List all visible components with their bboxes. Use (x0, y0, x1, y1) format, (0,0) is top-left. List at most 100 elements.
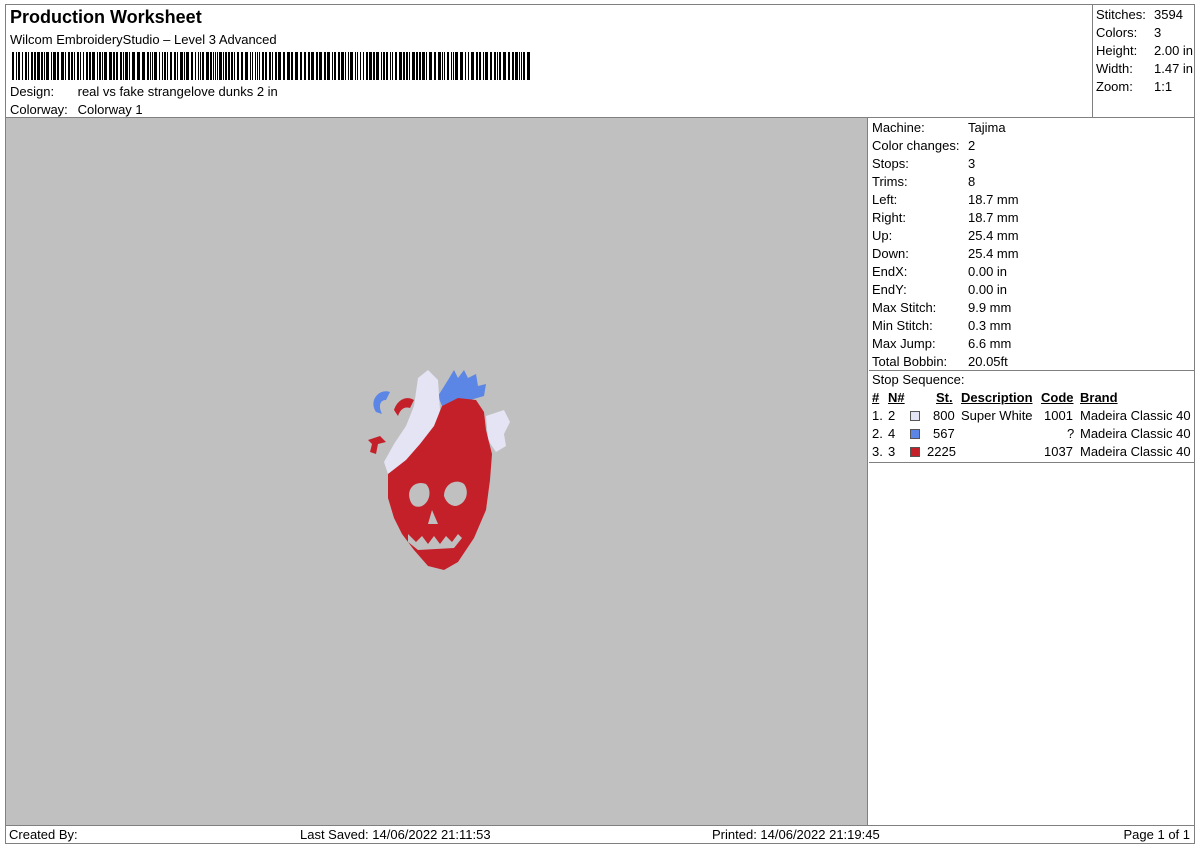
software-name: Wilcom EmbroideryStudio – Level 3 Advanc… (10, 32, 277, 47)
stop-sequence-title: Stop Sequence: (872, 372, 965, 387)
info-label: EndY: (872, 282, 907, 297)
printed-date: Printed: 14/06/2022 21:19:45 (712, 827, 880, 842)
divider (869, 462, 1194, 463)
info-value: 18.7 mm (968, 192, 1019, 207)
info-label: Color changes: (872, 138, 960, 153)
row-code: ? (1067, 426, 1075, 441)
worksheet: Production Worksheet Wilcom EmbroiderySt… (5, 4, 1195, 844)
page-title: Production Worksheet (10, 7, 202, 27)
summary-label: Colors: (1096, 25, 1138, 40)
info-label: EndX: (872, 264, 908, 279)
info-value: 8 (968, 174, 976, 189)
info-label: Right: (872, 210, 906, 225)
info-row: Max Stitch: 9.9 mm (872, 300, 1011, 318)
summary-row: Colors: 3 (1096, 25, 1161, 40)
info-label: Machine: (872, 120, 925, 135)
embroidery-design-image (368, 370, 510, 570)
color-swatch (910, 447, 920, 457)
info-label: Max Jump: (872, 336, 936, 351)
info-label: Max Stitch: (872, 300, 937, 315)
row-brand: Madeira Classic 40 (1080, 444, 1191, 459)
info-label: Trims: (872, 174, 908, 189)
summary-row: Width: 1.47 in (1096, 61, 1193, 76)
colorway-row: Colorway: Colorway 1 (10, 102, 143, 117)
info-label: Left: (872, 192, 898, 207)
col-header-code: Code (1041, 390, 1074, 405)
summary-label: Stitches: (1096, 7, 1146, 22)
col-header-needle: N# (888, 390, 905, 405)
info-row: Right: 18.7 mm (872, 210, 1019, 228)
info-label: Down: (872, 246, 909, 261)
info-row: Down: 25.4 mm (872, 246, 1019, 264)
row-stitches: 2225 (927, 444, 956, 459)
row-stitches: 567 (933, 426, 955, 441)
design-value: real vs fake strangelove dunks 2 in (77, 84, 278, 99)
info-value: 2 (968, 138, 976, 153)
info-row: Stops: 3 (872, 156, 975, 174)
info-row: EndY: 0.00 in (872, 282, 1007, 300)
summary-value: 2.00 in (1154, 43, 1194, 58)
col-header-brand: Brand (1080, 390, 1118, 405)
info-value: 9.9 mm (968, 300, 1012, 315)
summary-row: Stitches: 3594 (1096, 7, 1183, 22)
col-header-description: Description (961, 390, 1033, 405)
row-brand: Madeira Classic 40 (1080, 408, 1191, 423)
machine-info-panel: Machine: Tajima Color changes: 2 Stops: 3 T… (869, 118, 1194, 825)
info-value: 20.05ft (968, 354, 1008, 369)
info-value: 25.4 mm (968, 228, 1019, 243)
info-row: Color changes: 2 (872, 138, 975, 156)
info-value: 0.3 mm (968, 318, 1012, 333)
summary-value: 1:1 (1154, 79, 1173, 94)
last-saved: Last Saved: 14/06/2022 21:11:53 (300, 827, 491, 842)
info-row: Max Jump: 6.6 mm (872, 336, 1011, 354)
info-value: 3 (968, 156, 976, 171)
divider (869, 370, 1194, 371)
col-header-stitches: St. (936, 390, 953, 405)
info-row: EndX: 0.00 in (872, 264, 1007, 282)
row-brand: Madeira Classic 40 (1080, 426, 1191, 441)
info-row: Trims: 8 (872, 174, 975, 192)
summary-label: Width: (1096, 61, 1133, 76)
design-preview (6, 118, 868, 825)
page-number: Page 1 of 1 (1123, 827, 1191, 842)
summary-row: Height: 2.00 in (1096, 43, 1193, 58)
info-value: 0.00 in (968, 282, 1008, 297)
info-row: Min Stitch: 0.3 mm (872, 318, 1011, 336)
colorway-value: Colorway 1 (77, 102, 143, 117)
row-needle: 2 (888, 408, 896, 423)
design-label: Design: (10, 84, 55, 99)
info-row: Left: 18.7 mm (872, 192, 1019, 210)
info-value: 0.00 in (968, 264, 1008, 279)
info-row: Machine: Tajima (872, 120, 1006, 138)
info-value: 25.4 mm (968, 246, 1019, 261)
summary-label: Zoom: (1096, 79, 1133, 94)
summary-value: 1.47 in (1154, 61, 1194, 76)
color-swatch (910, 429, 920, 439)
row-num: 1. (872, 408, 883, 423)
info-label: Total Bobbin: (872, 354, 948, 369)
row-num: 3. (872, 444, 883, 459)
created-by: Created By: (9, 827, 78, 842)
info-label: Min Stitch: (872, 318, 933, 333)
info-value: 18.7 mm (968, 210, 1019, 225)
info-row: Up: 25.4 mm (872, 228, 1019, 246)
summary-label: Height: (1096, 43, 1138, 58)
col-header-num: # (872, 390, 880, 405)
row-num: 2. (872, 426, 883, 441)
row-stitches: 800 (933, 408, 955, 423)
summary-value: 3594 (1154, 7, 1183, 22)
info-label: Up: (872, 228, 893, 243)
info-value: Tajima (968, 120, 1006, 135)
barcode (12, 52, 530, 80)
worksheet-header: Production Worksheet Wilcom EmbroiderySt… (6, 5, 1092, 118)
worksheet-footer: Created By: Last Saved: 14/06/2022 21:11… (6, 825, 1194, 843)
design-summary: Stitches: 3594 Colors: 3 Height: 2.00 in Wi… (1092, 5, 1194, 118)
summary-row: Zoom: 1:1 (1096, 79, 1172, 94)
row-needle: 4 (888, 426, 896, 441)
row-needle: 3 (888, 444, 896, 459)
info-value: 6.6 mm (968, 336, 1012, 351)
design-row: Design: real vs fake strangelove dunks 2… (10, 84, 278, 99)
summary-value: 3 (1154, 25, 1162, 40)
row-description: Super White (961, 408, 1033, 423)
colorway-label: Colorway: (10, 102, 68, 117)
